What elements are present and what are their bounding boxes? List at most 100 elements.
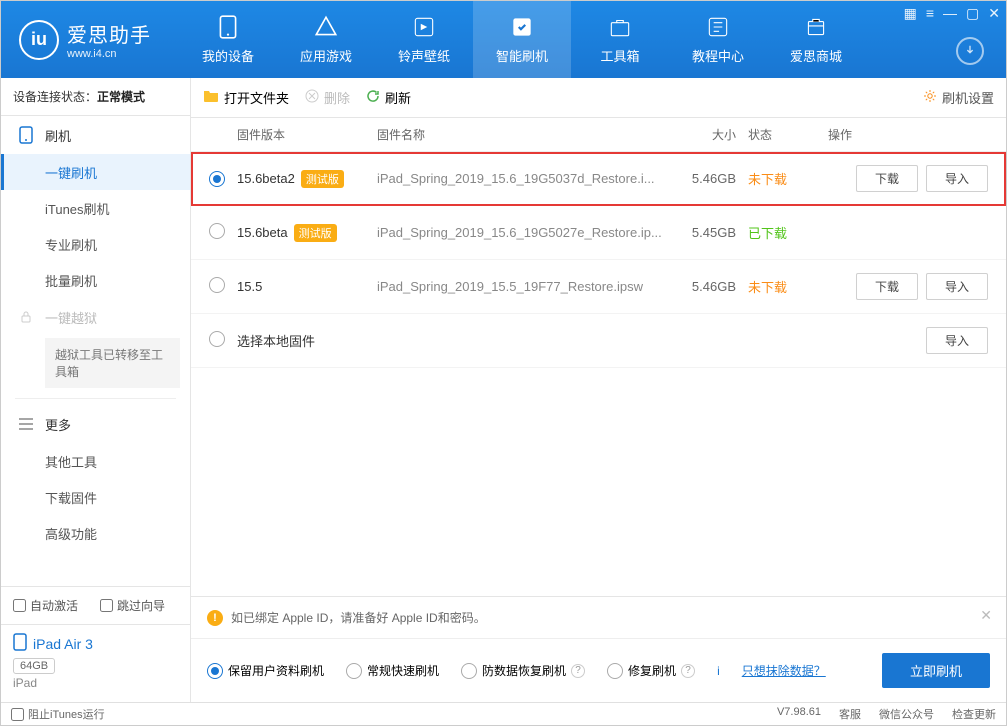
beta-badge: 测试版 (294, 224, 337, 242)
delete-button: 删除 (305, 88, 350, 107)
firmware-size: 5.45GB (670, 225, 748, 240)
flash-now-button[interactable]: 立即刷机 (882, 653, 990, 688)
nav-tab-6[interactable]: 爱思商城 (767, 1, 865, 78)
opt-antirecover[interactable]: 防数据恢复刷机? (461, 662, 585, 679)
firmware-size: 5.46GB (670, 279, 748, 294)
nav-icon (411, 14, 437, 40)
nav-tab-3[interactable]: 智能刷机 (473, 1, 571, 78)
firmware-status: 未下载 (748, 277, 828, 296)
skip-guide-label: 跳过向导 (117, 597, 165, 614)
firmware-status: 已下载 (748, 223, 828, 242)
col-status: 状态 (748, 126, 828, 143)
titlebar: iu 爱思助手 www.i4.cn 我的设备应用游戏 铃声壁纸 智能刷机工具箱 教程中… (1, 1, 1006, 78)
settings-button[interactable]: 刷机设置 (923, 88, 994, 107)
window-controls: ▦ ≡ — ▢ ✕ (904, 5, 1000, 22)
skip-guide-checkbox[interactable] (100, 599, 113, 612)
sidebar-heading-more-label: 更多 (45, 415, 71, 434)
window-close-icon[interactable]: ✕ (988, 5, 1000, 22)
nav-icon (215, 14, 241, 40)
window-maximize-icon[interactable]: ▢ (966, 5, 979, 22)
device-info[interactable]: iPad Air 3 64GB iPad (1, 624, 190, 702)
sidebar-item-more-1[interactable]: 下载固件 (1, 479, 190, 515)
download-progress-icon[interactable] (956, 37, 984, 65)
sidebar-item-flash-1[interactable]: iTunes刷机 (1, 190, 190, 226)
nav-tab-label: 铃声壁纸 (398, 46, 450, 65)
open-folder-button[interactable]: 打开文件夹 (203, 88, 289, 107)
download-button[interactable]: 下载 (856, 165, 918, 192)
nav-tab-1[interactable]: 应用游戏 (277, 1, 375, 78)
import-button[interactable]: 导入 (926, 273, 988, 300)
row-radio[interactable] (209, 331, 225, 347)
table-header: 固件版本 固件名称 大小 状态 操作 (191, 118, 1006, 152)
nav-tab-label: 应用游戏 (300, 46, 352, 65)
beta-badge: 测试版 (301, 170, 344, 188)
firmware-size: 5.46GB (670, 171, 748, 186)
sidebar-item-more-2[interactable]: 高级功能 (1, 515, 190, 551)
row-radio[interactable] (209, 223, 225, 239)
close-icon[interactable]: ✕ (980, 607, 992, 624)
app-url: www.i4.cn (67, 48, 151, 60)
firmware-name: iPad_Spring_2019_15.6_19G5027e_Restore.i… (377, 225, 670, 240)
auto-activate-checkbox[interactable] (13, 599, 26, 612)
sidebar-heading-more[interactable]: 更多 (1, 405, 190, 443)
table-row[interactable]: 选择本地固件 导入 (191, 314, 1006, 368)
sidebar-item-more-0[interactable]: 其他工具 (1, 443, 190, 479)
erase-link[interactable]: 只想抹除数据？ (742, 662, 826, 679)
download-button[interactable]: 下载 (856, 273, 918, 300)
nav-icon (803, 14, 829, 40)
import-button[interactable]: 导入 (926, 165, 988, 192)
refresh-button[interactable]: 刷新 (366, 88, 411, 107)
window-minimize-icon[interactable]: — (943, 5, 957, 22)
nav-tab-5[interactable]: 教程中心 (669, 1, 767, 78)
sb-support[interactable]: 客服 (839, 706, 861, 722)
menu-icon (17, 418, 35, 430)
table-row[interactable]: 15.5 iPad_Spring_2019_15.5_19F77_Restore… (191, 260, 1006, 314)
col-size: 大小 (670, 126, 748, 143)
nav-tab-4[interactable]: 工具箱 (571, 1, 669, 78)
window-list-icon[interactable]: ≡ (926, 5, 934, 22)
help-icon[interactable]: ? (571, 664, 585, 678)
flash-options: 保留用户资料刷机 常规快速刷机 防数据恢复刷机? 修复刷机? i 只想抹除数据？… (191, 638, 1006, 702)
import-button[interactable]: 导入 (926, 327, 988, 354)
opt-repair[interactable]: 修复刷机? (607, 662, 695, 679)
firmware-name: iPad_Spring_2019_15.5_19F77_Restore.ipsw (377, 279, 670, 294)
version-text: 15.6beta2 (237, 171, 295, 186)
auto-options: 自动激活 跳过向导 (1, 587, 190, 624)
sidebar-heading-jailbreak-label: 一键越狱 (45, 308, 97, 327)
opt-keep-data[interactable]: 保留用户资料刷机 (207, 662, 324, 679)
app-title: 爱思助手 (67, 19, 151, 48)
connection-status: 设备连接状态：正常模式 (1, 78, 190, 116)
nav-tab-0[interactable]: 我的设备 (179, 1, 277, 78)
phone-icon (17, 126, 35, 144)
col-name: 固件名称 (377, 126, 670, 143)
nav-tab-label: 教程中心 (692, 46, 744, 65)
sidebar-item-flash-0[interactable]: 一键刷机 (1, 154, 190, 190)
device-name-label: iPad Air 3 (33, 636, 93, 652)
sidebar-heading-flash[interactable]: 刷机 (1, 116, 190, 154)
info-icon[interactable]: i (717, 664, 720, 678)
sidebar-heading-flash-label: 刷机 (45, 126, 71, 145)
table-row[interactable]: 15.6beta测试版 iPad_Spring_2019_15.6_19G502… (191, 206, 1006, 260)
block-itunes-checkbox[interactable] (11, 708, 24, 721)
statusbar: 阻止iTunes运行 V7.98.61 客服 微信公众号 检查更新 (1, 702, 1006, 725)
nav-icon (509, 14, 535, 40)
window-grid-icon[interactable]: ▦ (904, 5, 917, 22)
nav-tab-2[interactable]: 铃声壁纸 (375, 1, 473, 78)
sidebar-item-flash-3[interactable]: 批量刷机 (1, 262, 190, 298)
sb-wechat[interactable]: 微信公众号 (879, 706, 934, 722)
logo: iu 爱思助手 www.i4.cn (1, 1, 169, 78)
warning-icon: ! (207, 610, 223, 626)
opt-normal[interactable]: 常规快速刷机 (346, 662, 439, 679)
row-radio[interactable] (209, 171, 225, 187)
sidebar-item-flash-2[interactable]: 专业刷机 (1, 226, 190, 262)
row-radio[interactable] (209, 277, 225, 293)
nav-tab-label: 工具箱 (600, 46, 639, 65)
help-icon[interactable]: ? (681, 664, 695, 678)
table-row[interactable]: 15.6beta2测试版 iPad_Spring_2019_15.6_19G50… (191, 152, 1006, 206)
sb-update[interactable]: 检查更新 (952, 706, 996, 722)
app-logo-icon: iu (19, 20, 59, 60)
nav-icon (313, 14, 339, 40)
col-ops: 操作 (828, 126, 988, 143)
notice-text: 如已绑定 Apple ID，请准备好 Apple ID和密码。 (231, 609, 486, 626)
nav-tab-label: 爱思商城 (790, 46, 842, 65)
